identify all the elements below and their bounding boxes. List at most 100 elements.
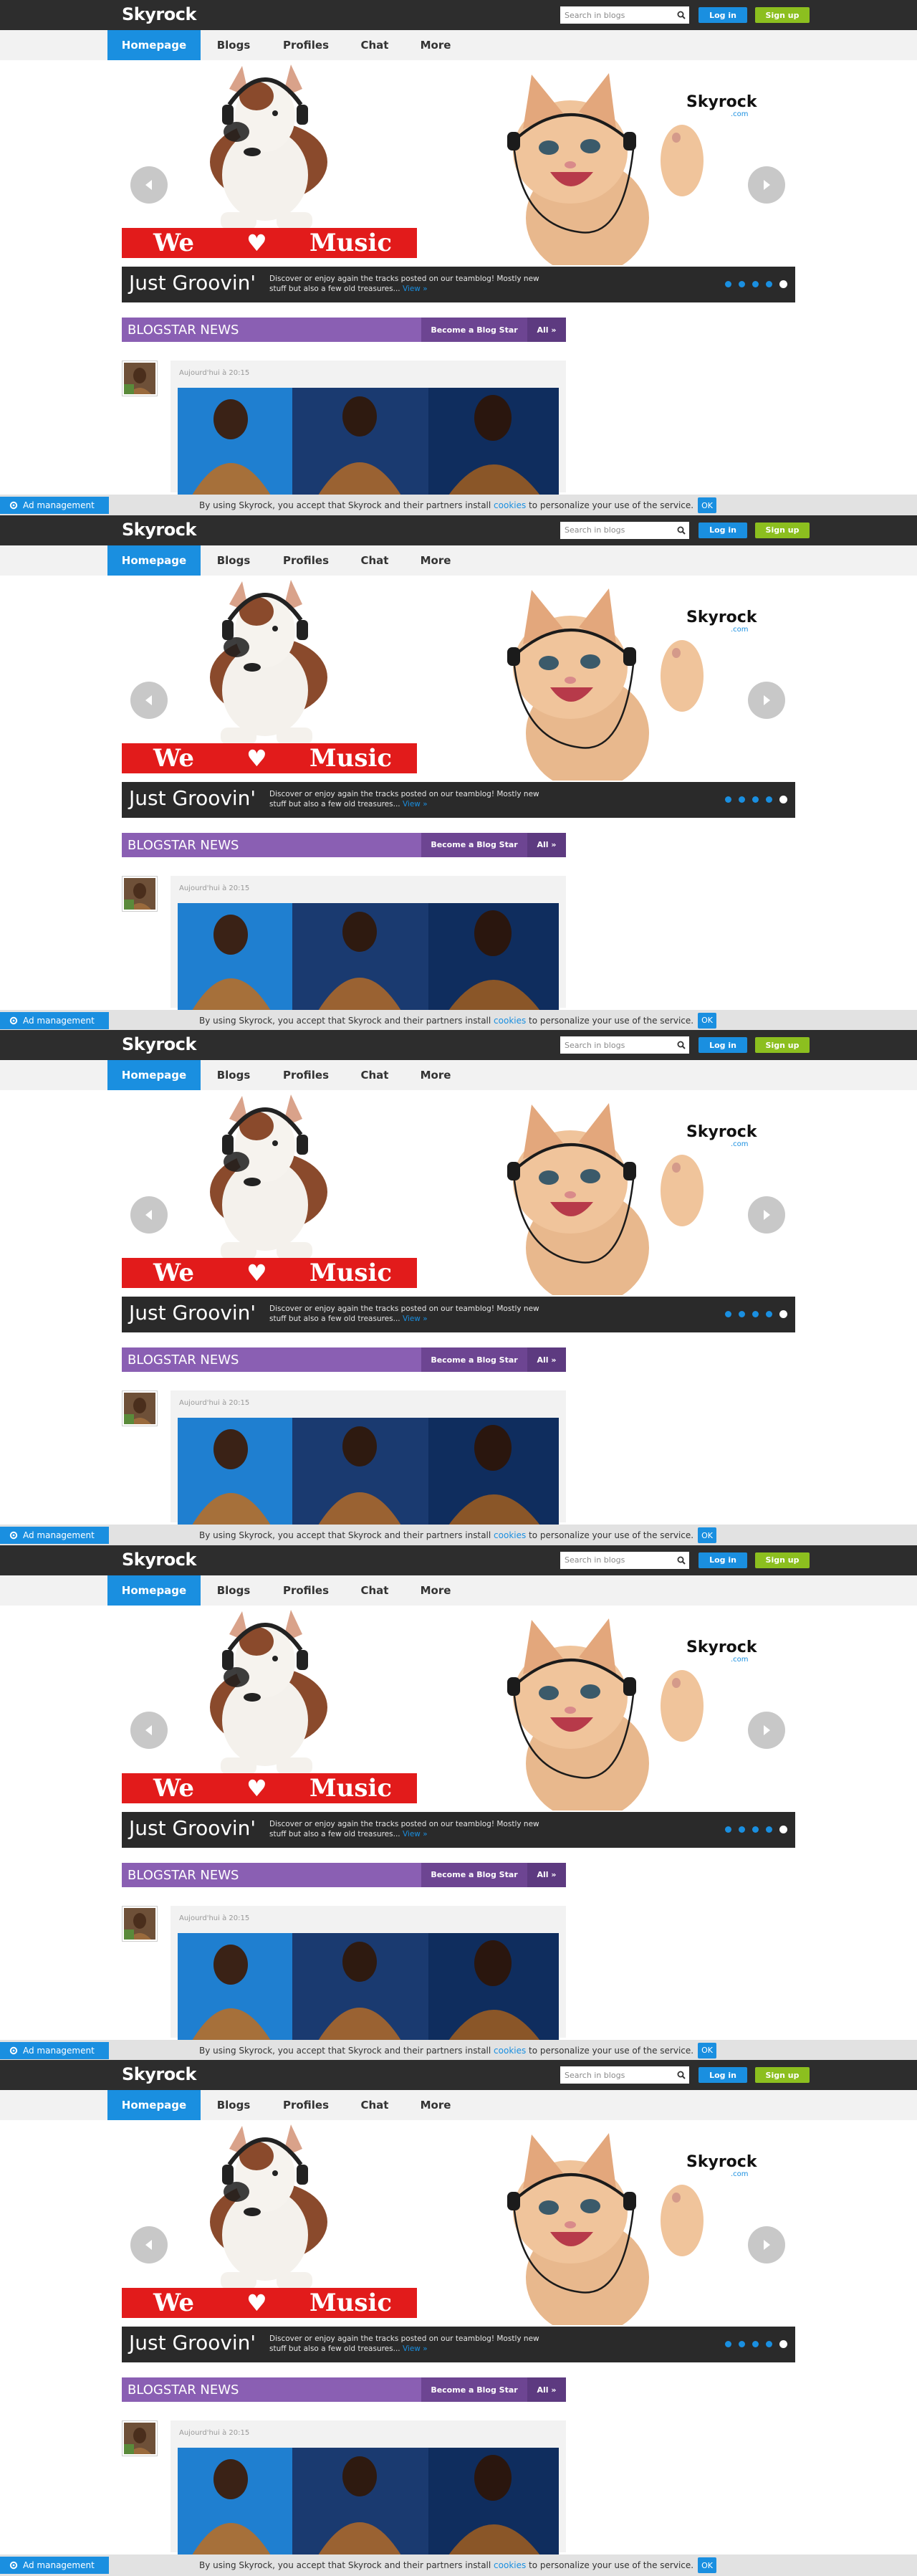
slider-next-button[interactable] — [748, 681, 785, 719]
search-icon[interactable] — [673, 1036, 689, 1054]
slide-dot[interactable] — [766, 796, 772, 803]
skyrock-logo[interactable]: Skyrock — [122, 4, 196, 24]
slide-view-link[interactable]: View » — [403, 285, 428, 293]
slide-view-link[interactable]: View » — [403, 2344, 428, 2353]
login-button[interactable]: Log in — [698, 2067, 747, 2083]
slider-prev-button[interactable] — [130, 2226, 168, 2263]
slider-next-button[interactable] — [748, 166, 785, 204]
slide-dot[interactable] — [739, 1311, 745, 1317]
nav-item-profiles[interactable]: Profiles — [274, 2090, 338, 2120]
blogstar-all-button[interactable]: All » — [527, 2377, 566, 2402]
avatar[interactable] — [122, 361, 158, 396]
slide-title[interactable]: Just Groovin' — [129, 2331, 256, 2355]
avatar[interactable] — [122, 1905, 158, 1942]
skyrock-logo[interactable]: Skyrock — [122, 520, 196, 540]
slide-dot[interactable] — [725, 796, 731, 803]
become-blogstar-button[interactable]: Become a Blog Star — [421, 832, 527, 857]
login-button[interactable]: Log in — [698, 1037, 747, 1053]
slide-dot[interactable] — [752, 1826, 759, 1833]
search-input[interactable] — [560, 2067, 673, 2083]
ad-management-button[interactable]: Ad management — [0, 497, 109, 514]
cookie-ok-button[interactable]: OK — [698, 2557, 716, 2573]
search-icon[interactable] — [673, 521, 689, 539]
slider-next-button[interactable] — [748, 2226, 785, 2263]
nav-item-profiles[interactable]: Profiles — [274, 1575, 338, 1606]
nav-item-more[interactable]: More — [413, 2090, 458, 2120]
slide-dot[interactable] — [739, 2341, 745, 2347]
nav-item-blogs[interactable]: Blogs — [208, 545, 259, 576]
login-button[interactable]: Log in — [698, 1552, 747, 1568]
nav-item-more[interactable]: More — [413, 545, 458, 576]
slide-dot-active[interactable] — [779, 1825, 787, 1833]
slide-view-link[interactable]: View » — [403, 1315, 428, 1323]
nav-item-chat[interactable]: Chat — [351, 1575, 398, 1606]
nav-item-more[interactable]: More — [413, 30, 458, 60]
ad-management-button[interactable]: Ad management — [0, 2041, 109, 2059]
slide-dot[interactable] — [766, 2341, 772, 2347]
nav-item-chat[interactable]: Chat — [351, 545, 398, 576]
slide-dot[interactable] — [725, 1826, 731, 1833]
avatar[interactable] — [122, 2420, 158, 2456]
slide-dot[interactable] — [752, 796, 759, 803]
ad-management-button[interactable]: Ad management — [0, 1527, 109, 1544]
nav-item-homepage[interactable]: Homepage — [107, 545, 201, 576]
nav-item-chat[interactable]: Chat — [351, 30, 398, 60]
login-button[interactable]: Log in — [698, 522, 747, 538]
slide-dot[interactable] — [739, 796, 745, 803]
search-icon[interactable] — [673, 1551, 689, 1569]
become-blogstar-button[interactable]: Become a Blog Star — [421, 1347, 527, 1372]
nav-item-chat[interactable]: Chat — [351, 1060, 398, 1090]
skyrock-logo[interactable]: Skyrock — [122, 1550, 196, 1570]
search-input[interactable] — [560, 522, 673, 538]
slide-dot[interactable] — [739, 281, 745, 287]
slide-dot[interactable] — [725, 1311, 731, 1317]
slider-prev-button[interactable] — [130, 166, 168, 204]
blogstar-all-button[interactable]: All » — [527, 318, 566, 342]
cookies-link[interactable]: cookies — [494, 500, 526, 510]
slide-title[interactable]: Just Groovin' — [129, 1816, 256, 1840]
nav-item-blogs[interactable]: Blogs — [208, 1060, 259, 1090]
skyrock-logo[interactable]: Skyrock — [122, 2064, 196, 2084]
blogstar-all-button[interactable]: All » — [527, 1347, 566, 1372]
avatar[interactable] — [122, 875, 158, 912]
slide-dot[interactable] — [739, 1826, 745, 1833]
cookies-link[interactable]: cookies — [494, 1530, 526, 1540]
search-icon[interactable] — [673, 2066, 689, 2084]
nav-item-blogs[interactable]: Blogs — [208, 30, 259, 60]
blogstar-all-button[interactable]: All » — [527, 832, 566, 857]
nav-item-blogs[interactable]: Blogs — [208, 2090, 259, 2120]
search-input[interactable] — [560, 1037, 673, 1053]
nav-item-more[interactable]: More — [413, 1060, 458, 1090]
search-input[interactable] — [560, 1552, 673, 1568]
cookie-ok-button[interactable]: OK — [698, 1527, 716, 1543]
signup-button[interactable]: Sign up — [755, 2067, 810, 2083]
slider-prev-button[interactable] — [130, 681, 168, 719]
slide-title[interactable]: Just Groovin' — [129, 1301, 256, 1325]
cookies-link[interactable]: cookies — [494, 2560, 526, 2570]
skyrock-logo[interactable]: Skyrock — [122, 1034, 196, 1054]
nav-item-profiles[interactable]: Profiles — [274, 1060, 338, 1090]
cookies-link[interactable]: cookies — [494, 2046, 526, 2056]
search-input[interactable] — [560, 7, 673, 23]
cookie-ok-button[interactable]: OK — [698, 497, 716, 513]
slide-dot[interactable] — [766, 1311, 772, 1317]
slide-dot-active[interactable] — [779, 1310, 787, 1318]
blogstar-all-button[interactable]: All » — [527, 1862, 566, 1887]
post-photo[interactable] — [178, 902, 559, 1011]
slide-dot[interactable] — [766, 1826, 772, 1833]
post-photo[interactable] — [178, 1418, 559, 1525]
slide-dot[interactable] — [766, 281, 772, 287]
slider-prev-button[interactable] — [130, 1196, 168, 1234]
slide-dot[interactable] — [725, 2341, 731, 2347]
slide-dot-active[interactable] — [779, 280, 787, 288]
nav-item-chat[interactable]: Chat — [351, 2090, 398, 2120]
ad-management-button[interactable]: Ad management — [0, 1011, 109, 1029]
nav-item-homepage[interactable]: Homepage — [107, 30, 201, 60]
nav-item-homepage[interactable]: Homepage — [107, 1060, 201, 1090]
slide-title[interactable]: Just Groovin' — [129, 786, 256, 810]
slider-next-button[interactable] — [748, 1711, 785, 1749]
nav-item-profiles[interactable]: Profiles — [274, 545, 338, 576]
become-blogstar-button[interactable]: Become a Blog Star — [421, 2377, 527, 2402]
slide-title[interactable]: Just Groovin' — [129, 271, 256, 295]
avatar[interactable] — [122, 1390, 158, 1426]
